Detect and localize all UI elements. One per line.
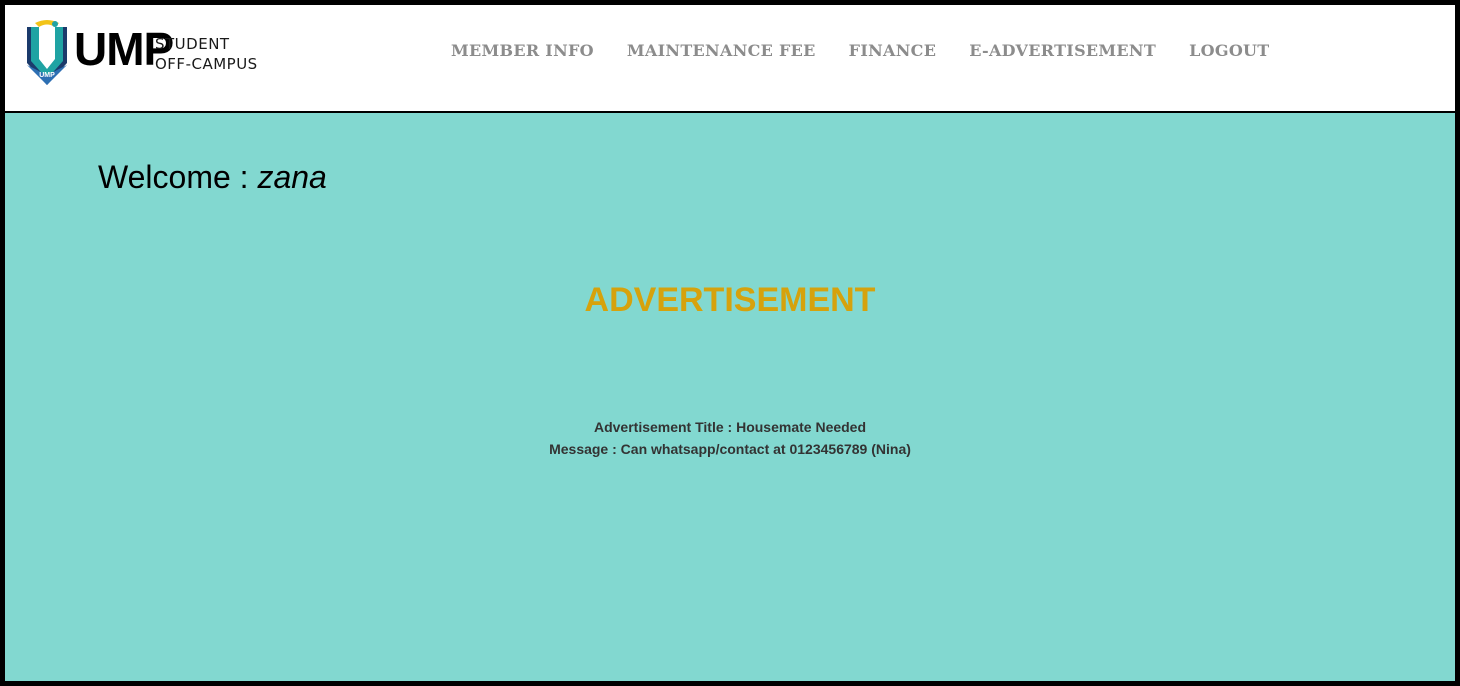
logo-badge-text: UMP xyxy=(39,72,55,79)
site-logo[interactable]: UMP UMP STUDENT OFF-CAMPUS xyxy=(25,19,285,89)
welcome-prefix: Welcome : xyxy=(98,159,258,195)
logo-tagline-line1: STUDENT xyxy=(155,35,230,53)
welcome-message: Welcome : zana xyxy=(98,159,327,196)
main-nav: MEMBER INFO MAINTENANCE FEE FINANCE E-AD… xyxy=(451,38,1303,62)
welcome-username: zana xyxy=(257,159,327,195)
nav-maintenance-fee[interactable]: MAINTENANCE FEE xyxy=(627,41,816,60)
logo-tagline-line2: OFF-CAMPUS xyxy=(155,55,258,73)
advertisement-message: Message : Can whatsapp/contact at 012345… xyxy=(5,438,1455,460)
nav-logout[interactable]: LOGOUT xyxy=(1189,41,1269,60)
page-frame: UMP UMP STUDENT OFF-CAMPUS MEMBER INFO M… xyxy=(0,0,1460,686)
nav-e-advertisement[interactable]: E-ADVERTISEMENT xyxy=(969,41,1156,60)
advertisement-message-label: Message : xyxy=(549,441,621,457)
advertisement-title-value: Housemate Needed xyxy=(736,419,867,435)
advertisement-message-value: Can whatsapp/contact at 0123456789 (Nina… xyxy=(620,441,911,457)
nav-finance[interactable]: FINANCE xyxy=(849,41,937,60)
page-title: ADVERTISEMENT xyxy=(584,281,876,319)
advertisement-title-label: Advertisement Title : xyxy=(593,419,737,435)
shield-logo-icon: UMP xyxy=(27,20,67,85)
advertisement-title: Advertisement Title : Housemate Needed xyxy=(5,416,1455,438)
nav-member-info[interactable]: MEMBER INFO xyxy=(451,41,594,60)
advertisement-details: Advertisement Title : Housemate Needed M… xyxy=(5,416,1455,460)
header: UMP UMP STUDENT OFF-CAMPUS MEMBER INFO M… xyxy=(5,5,1455,113)
